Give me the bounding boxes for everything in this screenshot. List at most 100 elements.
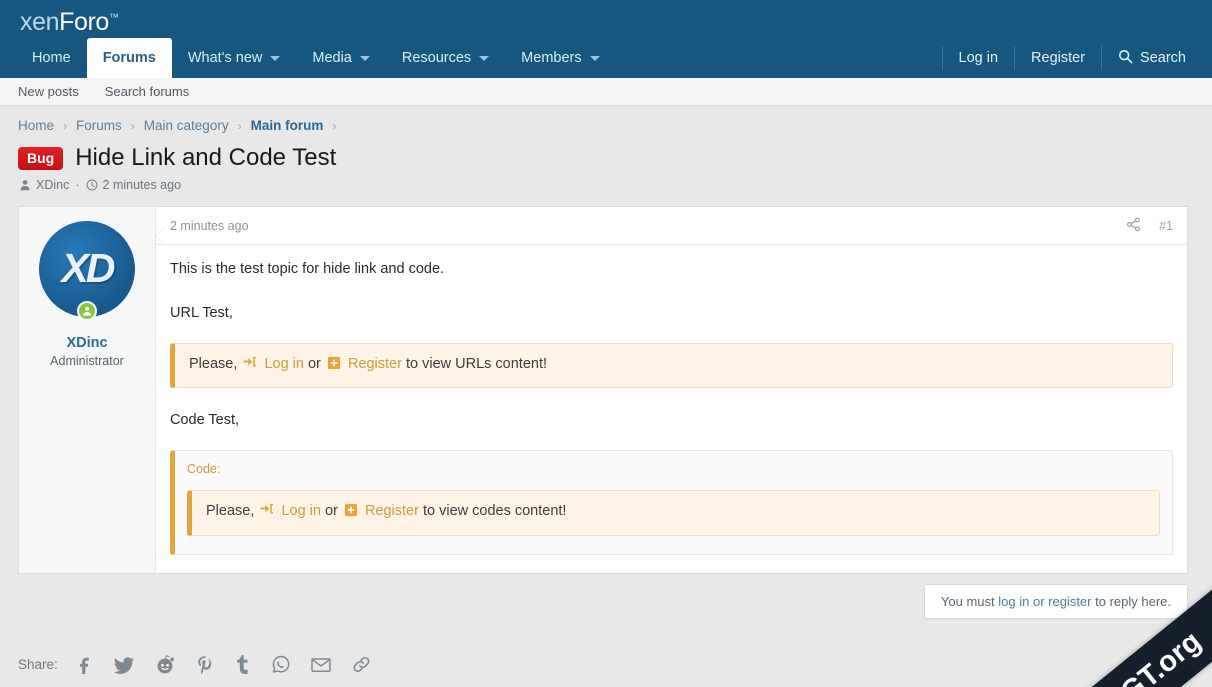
reply-notice-link[interactable]: log in or register xyxy=(998,594,1091,609)
link-icon[interactable] xyxy=(351,654,372,675)
nav-item-media[interactable]: Media xyxy=(296,38,386,78)
email-icon[interactable] xyxy=(310,654,332,675)
post-user-sidebar: XD XDinc Administrator xyxy=(19,207,156,573)
plus-square-icon xyxy=(327,356,341,378)
nav-item-home[interactable]: Home xyxy=(16,38,87,78)
twitter-icon[interactable] xyxy=(113,654,135,675)
logo-trademark: ™ xyxy=(108,12,119,24)
facebook-icon[interactable] xyxy=(74,654,94,675)
nav-label-forums: Forums xyxy=(102,50,156,66)
login-label: Log in xyxy=(958,50,999,66)
code-hide-login-link[interactable]: Log in xyxy=(281,503,321,519)
nav-label-media: Media xyxy=(312,50,352,66)
chevron-down-icon xyxy=(359,55,370,61)
post-timestamp[interactable]: 2 minutes ago xyxy=(170,219,249,233)
register-button[interactable]: Register xyxy=(1015,38,1101,78)
thread-prefix-badge[interactable]: Bug xyxy=(18,146,64,170)
breadcrumb-item-main-category[interactable]: Main category xyxy=(144,118,229,133)
nav-label-members: Members xyxy=(521,50,582,66)
search-label: Search xyxy=(1140,50,1186,66)
post-header: 2 minutes ago #1 xyxy=(156,207,1187,245)
code-hide-suffix: to view codes content! xyxy=(422,502,567,519)
thread-author[interactable]: XDinc xyxy=(36,178,69,192)
sign-in-icon xyxy=(243,356,257,378)
main-navigation: Home Forums What's new Media Resources M… xyxy=(0,38,1212,78)
nav-item-resources[interactable]: Resources xyxy=(386,38,505,78)
thread-title-row: Bug Hide Link and Code Test xyxy=(0,139,1212,172)
site-logo[interactable]: xenForo™ xyxy=(20,8,119,37)
online-user-icon xyxy=(77,301,97,321)
nav-label-home: Home xyxy=(32,50,71,66)
nav-item-members[interactable]: Members xyxy=(505,38,615,78)
site-header: xenForo™ Home Forums What's new Media Re… xyxy=(0,0,1212,78)
hide-notice-or: or xyxy=(307,355,321,372)
hide-notice-prefix: Please, xyxy=(189,355,238,372)
breadcrumb-separator: › xyxy=(237,118,242,133)
post-user-title: Administrator xyxy=(50,354,124,368)
plus-square-icon xyxy=(344,503,358,525)
nav-label-resources: Resources xyxy=(401,50,472,66)
post-paragraph-3: Code Test, xyxy=(170,412,240,429)
reddit-icon[interactable] xyxy=(154,654,176,675)
code-block: Code: Please, Log in or Register to view… xyxy=(170,450,1173,555)
code-block-label: Code: xyxy=(187,462,221,476)
code-hide-prefix: Please, xyxy=(206,502,255,519)
post-username[interactable]: XDinc xyxy=(19,335,155,351)
watermark-text: TeamDGT.org xyxy=(1040,625,1207,687)
post-number[interactable]: #1 xyxy=(1159,219,1173,233)
subnav-search-forums[interactable]: Search forums xyxy=(105,84,190,99)
subnav-new-posts[interactable]: New posts xyxy=(18,84,79,99)
breadcrumb-item-forums[interactable]: Forums xyxy=(76,118,122,133)
page-root: xenForo™ Home Forums What's new Media Re… xyxy=(0,0,1212,687)
code-hide-register-link[interactable]: Register xyxy=(365,503,419,519)
search-icon xyxy=(1118,49,1133,68)
tumblr-icon[interactable] xyxy=(234,654,251,675)
nav-label-whats-new: What's new xyxy=(187,50,263,66)
hide-notice-suffix: to view URLs content! xyxy=(405,355,548,372)
logo-bar: xenForo™ xyxy=(0,0,1212,36)
hidden-code-notice: Please, Log in or Register to view codes… xyxy=(187,489,1160,536)
login-button[interactable]: Log in xyxy=(943,38,1015,78)
nav-item-whats-new[interactable]: What's new xyxy=(172,38,297,78)
breadcrumb-item-main-forum[interactable]: Main forum xyxy=(251,118,324,133)
reply-notice-row: You must log in or register to reply her… xyxy=(18,584,1188,619)
nav-right-group: Log in Register Search xyxy=(941,38,1202,78)
reply-notice-prefix: You must xyxy=(940,594,995,609)
secondary-navigation: New posts Search forums xyxy=(0,78,1212,106)
clock-icon xyxy=(86,179,98,191)
user-icon xyxy=(19,179,31,191)
thread-timestamp[interactable]: 2 minutes ago xyxy=(103,178,182,192)
post-pointer xyxy=(156,227,165,245)
avatar-initials: XD xyxy=(61,245,116,291)
code-hide-or: or xyxy=(324,502,338,519)
post-paragraph-2: URL Test, xyxy=(170,304,233,321)
post-container: XD XDinc Administrator 2 minutes ago #1 … xyxy=(18,206,1188,574)
post-header-actions: #1 xyxy=(1126,217,1173,235)
breadcrumb-separator: › xyxy=(130,118,135,133)
sign-in-icon xyxy=(260,503,274,525)
hide-notice-login-link[interactable]: Log in xyxy=(264,356,304,372)
breadcrumb: Home › Forums › Main category › Main for… xyxy=(0,106,1212,139)
search-button[interactable]: Search xyxy=(1102,38,1202,78)
whatsapp-icon[interactable] xyxy=(270,654,291,675)
breadcrumb-separator: › xyxy=(332,118,337,133)
chevron-down-icon xyxy=(589,55,600,61)
meta-dot: · xyxy=(75,178,80,192)
page-title: Hide Link and Code Test xyxy=(75,144,337,171)
thread-meta: XDinc · 2 minutes ago xyxy=(0,172,1212,192)
share-row: Share: xyxy=(18,654,391,675)
pinterest-icon[interactable] xyxy=(195,654,215,675)
logo-text-right: Foro xyxy=(59,8,109,36)
breadcrumb-item-home[interactable]: Home xyxy=(18,118,54,133)
post-content: This is the test topic for hide link and… xyxy=(156,245,1187,555)
hide-notice-register-link[interactable]: Register xyxy=(348,356,402,372)
reply-notice: You must log in or register to reply her… xyxy=(923,584,1188,619)
register-label: Register xyxy=(1031,50,1086,66)
post-paragraph-1: This is the test topic for hide link and… xyxy=(170,261,445,277)
nav-item-forums[interactable]: Forums xyxy=(86,38,172,78)
share-icon[interactable] xyxy=(1126,217,1141,235)
hidden-url-notice: Please, Log in or Register to view URLs … xyxy=(170,342,1173,389)
reply-notice-suffix: to reply here. xyxy=(1095,594,1171,609)
chevron-down-icon xyxy=(270,55,281,61)
post-main: 2 minutes ago #1 This is the test topic … xyxy=(156,207,1187,573)
